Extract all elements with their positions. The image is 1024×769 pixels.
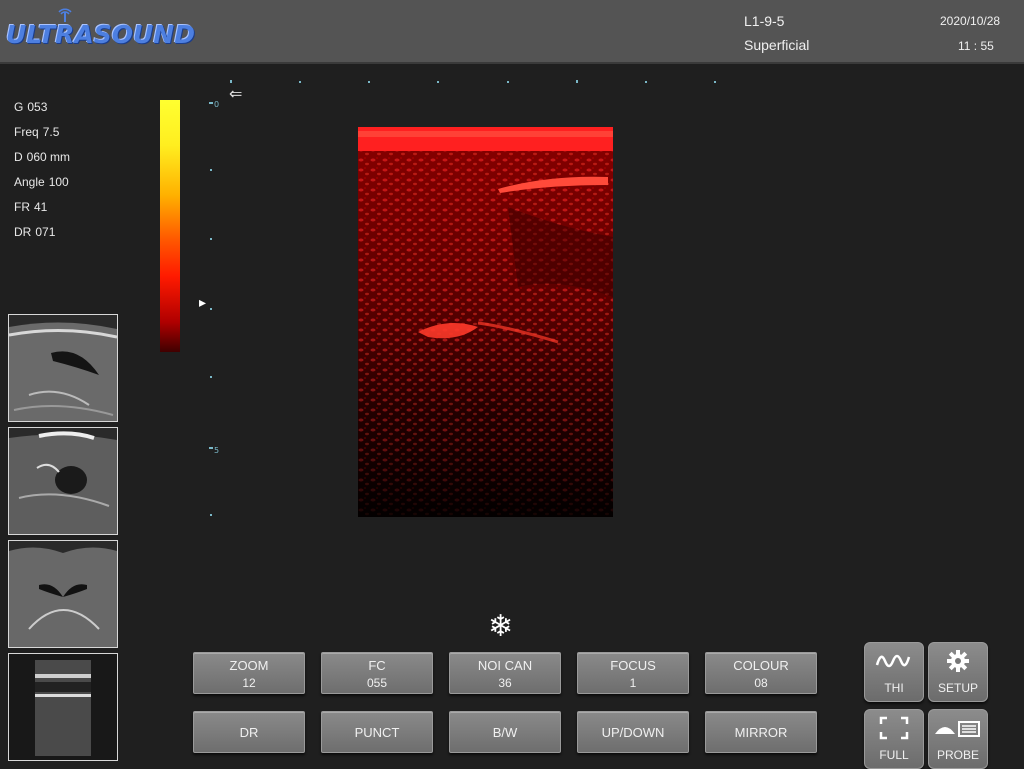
param-depth: D 060 mm <box>14 150 71 164</box>
ultrasound-image[interactable] <box>358 127 613 517</box>
exam-preset: Superficial <box>744 37 810 53</box>
focus-marker-icon[interactable]: ▸ <box>199 294 206 311</box>
mirror-button[interactable]: MIRROR <box>705 711 817 753</box>
top-bar: ULTRASOUND L1-9-5 Superficial 2020/10/28… <box>0 0 1024 64</box>
wave-icon <box>875 654 911 668</box>
bw-button[interactable]: B/W <box>449 711 561 753</box>
depth-label-0: 0 <box>214 100 219 109</box>
punct-button[interactable]: PUNCT <box>321 711 433 753</box>
left-arrow-icon: ⇐ <box>229 86 243 103</box>
fc-button[interactable]: FC 055 <box>321 652 433 694</box>
setup-button[interactable]: SETUP <box>928 642 988 702</box>
thumbnail-image[interactable] <box>8 653 118 761</box>
param-angle: Angle 100 <box>14 175 69 189</box>
imaging-parameters: G 053 Freq 7.5 D 060 mm Angle 100 FR 41 DR 071 <box>14 100 70 250</box>
colour-button[interactable]: COLOUR 08 <box>705 652 817 694</box>
thumbnail-image[interactable] <box>8 427 118 535</box>
gear-icon <box>947 650 969 672</box>
ultrasound-logo: ULTRASOUND <box>6 8 195 52</box>
snowflake-icon[interactable]: ❄ <box>488 612 513 642</box>
up-down-button[interactable]: UP/DOWN <box>577 711 689 753</box>
depth-label-5: 5 <box>214 446 219 455</box>
antenna-icon <box>58 8 72 22</box>
zoom-button[interactable]: ZOOM 12 <box>193 652 305 694</box>
thumbnail-image[interactable] <box>8 314 118 422</box>
color-map-bar <box>160 100 180 352</box>
probe-name: L1-9-5 <box>744 13 785 29</box>
thi-button[interactable]: THI <box>864 642 924 702</box>
logo-text: ULTRASOUND <box>6 20 195 49</box>
fullscreen-icon <box>879 716 909 740</box>
full-button[interactable]: FULL <box>864 709 924 769</box>
probe-button[interactable]: PROBE <box>928 709 988 769</box>
param-frame-rate: FR 41 <box>14 200 48 214</box>
thumbnail-strip <box>8 314 118 766</box>
focus-button[interactable]: FOCUS 1 <box>577 652 689 694</box>
thumbnail-image[interactable] <box>8 540 118 648</box>
param-dynamic-range: DR 071 <box>14 225 56 239</box>
dr-button[interactable]: DR <box>193 711 305 753</box>
date-display: 2020/10/28 <box>940 14 1001 28</box>
param-gain: G 053 <box>14 100 48 114</box>
probe-icon <box>935 721 980 737</box>
param-frequency: Freq 7.5 <box>14 125 60 139</box>
noise-cancel-button[interactable]: NOI CAN 36 <box>449 652 561 694</box>
time-display: 11 : 55 <box>958 39 994 53</box>
